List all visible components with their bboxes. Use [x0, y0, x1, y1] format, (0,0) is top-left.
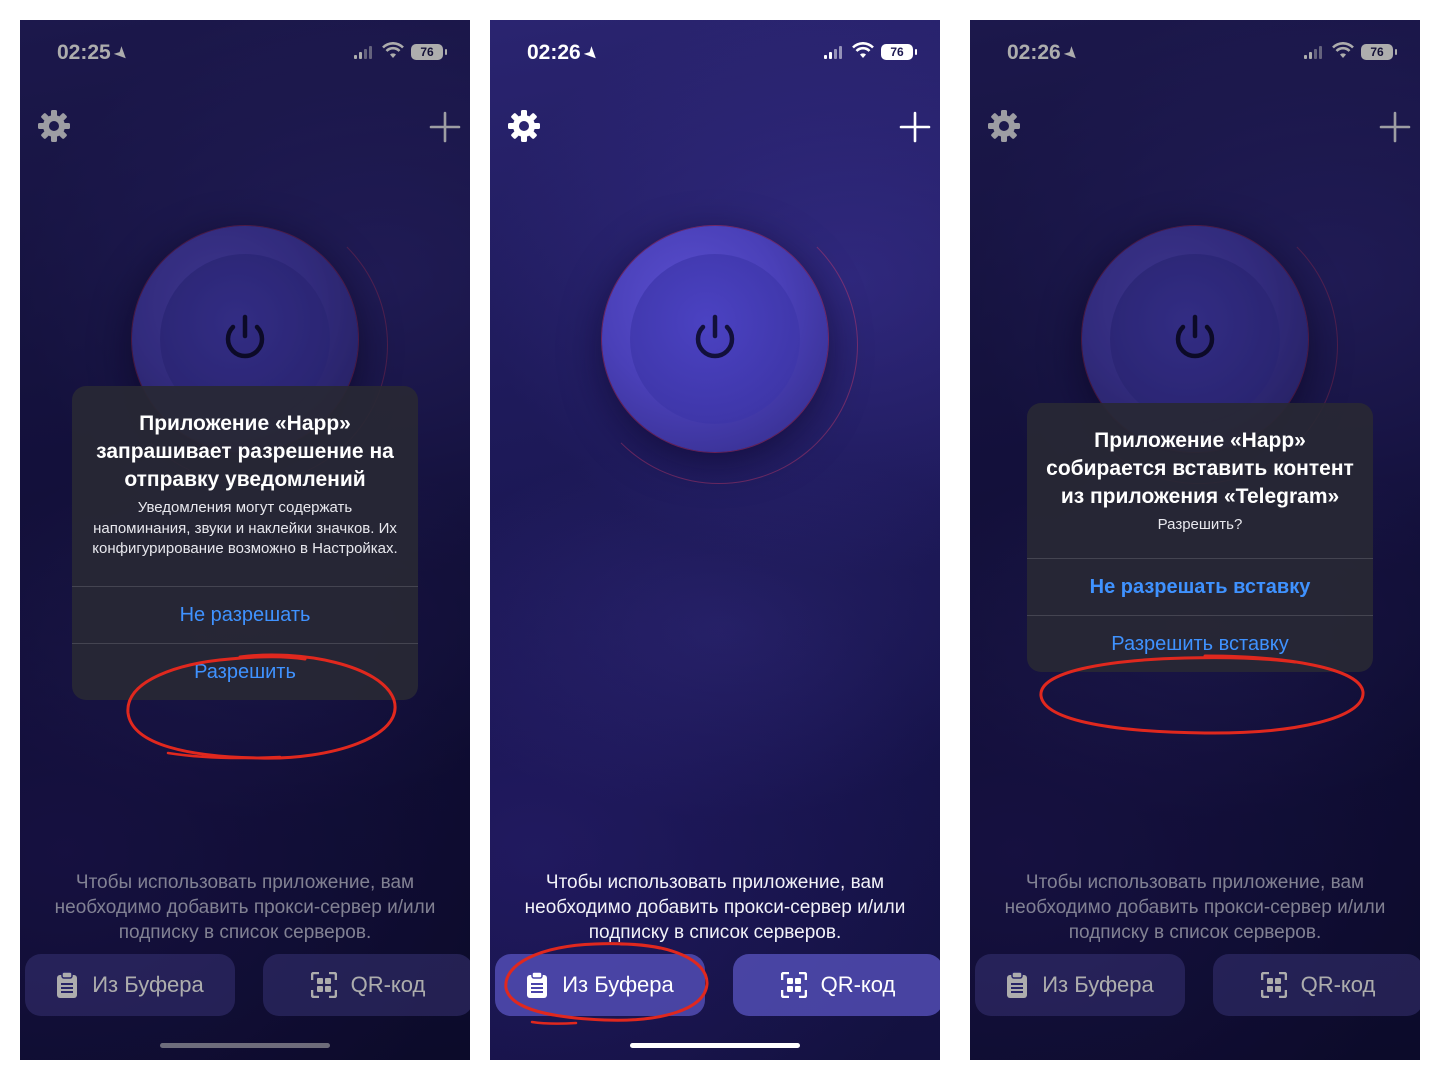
- from-clipboard-label: Из Буфера: [1042, 972, 1154, 997]
- gear-icon[interactable]: [986, 108, 1022, 144]
- location-arrow-icon: ➤: [109, 41, 133, 66]
- qr-code-label: QR-код: [1300, 972, 1376, 997]
- background-wave: [490, 440, 940, 820]
- screen-2-main: 02:26➤ 76 Чтобы использовать приложение,…: [490, 20, 940, 1060]
- plus-icon[interactable]: [1379, 111, 1411, 143]
- status-bar: 02:26➤ 76: [490, 20, 940, 84]
- clipboard-icon: [527, 971, 548, 998]
- empty-state-text: Чтобы использовать приложение, вам необх…: [1004, 872, 1386, 943]
- wifi-icon: [382, 42, 404, 58]
- power-button[interactable]: [602, 226, 828, 452]
- power-icon: [1175, 314, 1215, 359]
- screen-1-notification-permission: 02:25➤ 76 Чтобы использовать приложение,…: [20, 20, 470, 1060]
- qr-code-button[interactable]: QR-код: [263, 954, 470, 1016]
- deny-notifications-button[interactable]: Не разрешать: [72, 585, 418, 643]
- deny-paste-button[interactable]: Не разрешать вставку: [1027, 557, 1373, 615]
- home-indicator: [160, 1043, 330, 1048]
- alert-message: Уведомления могут содержать напоминания,…: [92, 499, 398, 557]
- home-indicator: [630, 1043, 800, 1048]
- alert-title: Приложение «Happ» запрашивает разрешение…: [96, 412, 394, 491]
- qr-code-icon: [310, 972, 337, 998]
- location-arrow-icon: ➤: [1059, 41, 1083, 66]
- status-time: 02:25➤: [57, 41, 133, 66]
- signal-icon: [824, 46, 842, 59]
- status-bar: 02:25➤ 76: [20, 20, 470, 84]
- from-clipboard-button[interactable]: Из Буфера: [975, 954, 1185, 1016]
- location-arrow-icon: ➤: [579, 41, 603, 66]
- clipboard-icon: [57, 971, 78, 998]
- from-clipboard-button[interactable]: Из Буфера: [25, 954, 235, 1016]
- qr-code-icon: [1260, 972, 1287, 998]
- from-clipboard-label: Из Буфера: [562, 972, 674, 997]
- qr-code-icon: [780, 972, 807, 998]
- qr-code-label: QR-код: [820, 972, 896, 997]
- clipboard-icon: [1007, 971, 1028, 998]
- gear-icon[interactable]: [506, 108, 542, 144]
- status-time: 02:26➤: [527, 41, 603, 66]
- screen-3-paste-permission: 02:26➤ 76 Чтобы использовать приложение,…: [970, 20, 1420, 1060]
- alert-message: Разрешить?: [1157, 516, 1243, 533]
- power-icon: [695, 314, 735, 359]
- empty-state-text: Чтобы использовать приложение, вам необх…: [524, 872, 906, 943]
- notification-permission-alert: Приложение «Happ» запрашивает разрешение…: [72, 386, 418, 700]
- from-clipboard-button[interactable]: Из Буфера: [495, 954, 705, 1016]
- signal-icon: [354, 46, 372, 59]
- signal-icon: [1304, 46, 1322, 59]
- from-clipboard-label: Из Буфера: [92, 972, 204, 997]
- wifi-icon: [1332, 42, 1354, 58]
- qr-code-label: QR-код: [350, 972, 426, 997]
- wifi-icon: [852, 42, 874, 58]
- battery-icon: 76: [881, 44, 917, 60]
- allow-notifications-button[interactable]: Разрешить: [72, 642, 418, 700]
- plus-icon[interactable]: [899, 111, 931, 143]
- battery-icon: 76: [411, 44, 447, 60]
- status-bar: 02:26➤ 76: [970, 20, 1420, 84]
- battery-icon: 76: [1361, 44, 1397, 60]
- qr-code-button[interactable]: QR-код: [733, 954, 940, 1016]
- status-time: 02:26➤: [1007, 41, 1083, 66]
- plus-icon[interactable]: [429, 111, 461, 143]
- qr-code-button[interactable]: QR-код: [1213, 954, 1420, 1016]
- paste-permission-alert: Приложение «Happ» собирается вставить ко…: [1027, 403, 1373, 672]
- gear-icon[interactable]: [36, 108, 72, 144]
- allow-paste-button[interactable]: Разрешить вставку: [1027, 614, 1373, 672]
- alert-title: Приложение «Happ» собирается вставить ко…: [1046, 429, 1354, 508]
- empty-state-text: Чтобы использовать приложение, вам необх…: [54, 872, 436, 943]
- power-icon: [225, 314, 265, 359]
